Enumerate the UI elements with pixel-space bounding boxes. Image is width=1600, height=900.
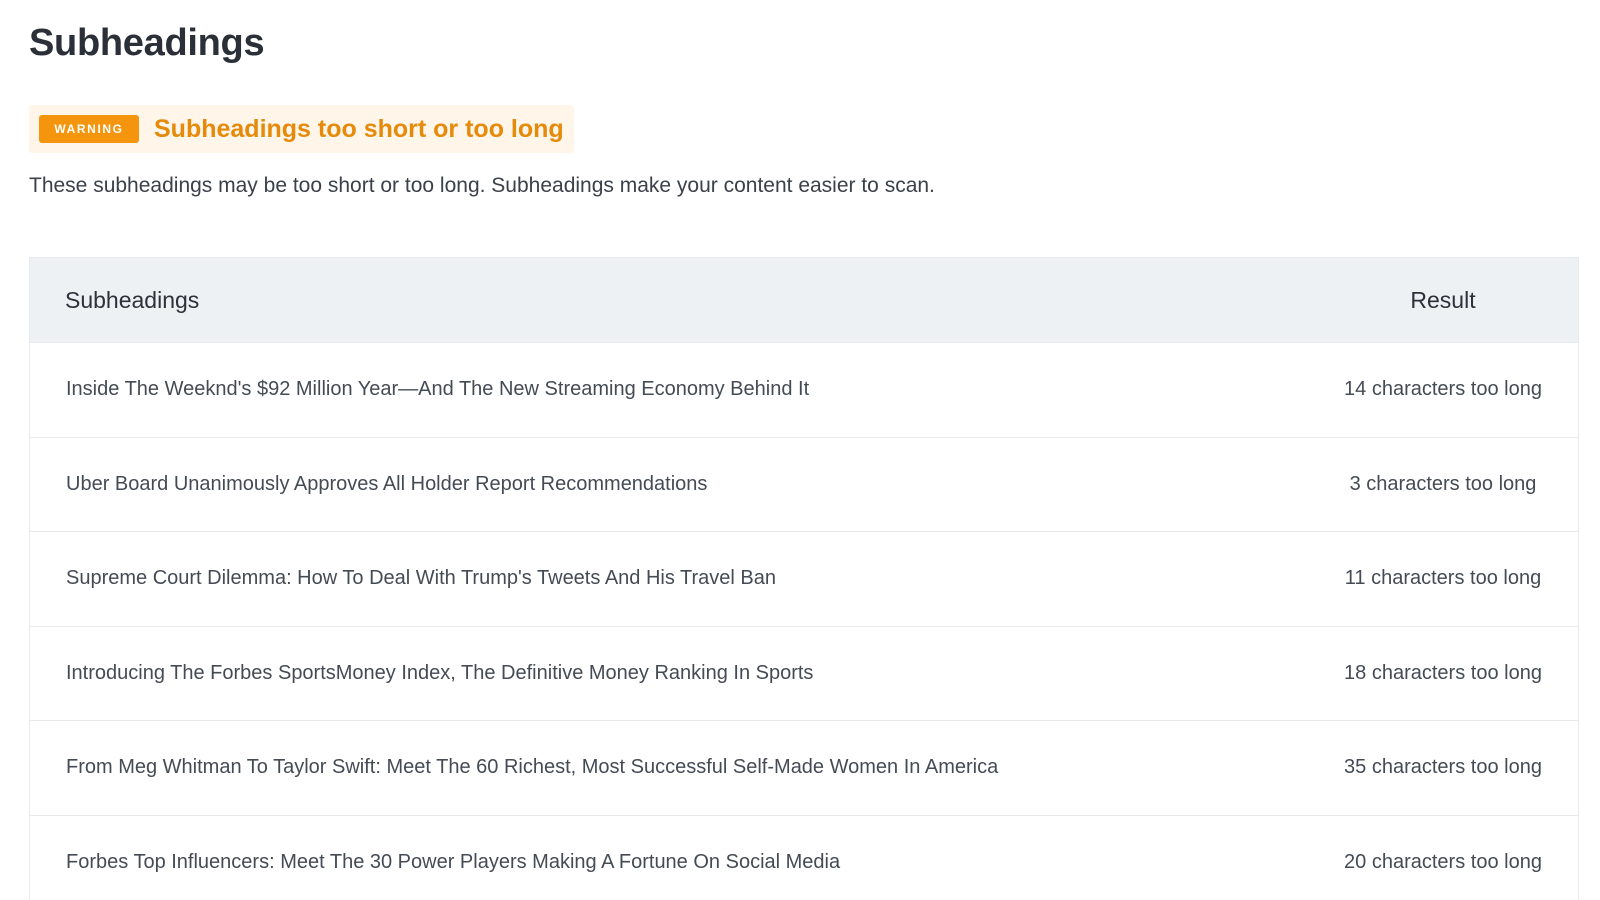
- alert-description: These subheadings may be too short or to…: [29, 174, 935, 197]
- table-row: Uber Board Unanimously Approves All Hold…: [30, 436, 1578, 531]
- result-cell: 35 characters too long: [1344, 756, 1542, 779]
- warning-badge: WARNING: [39, 115, 139, 143]
- seo-report-section: Subheadings WARNING Subheadings too shor…: [0, 0, 1600, 900]
- result-cell: 11 characters too long: [1344, 567, 1542, 590]
- subheading-cell: Inside The Weeknd's $92 Million Year—And…: [66, 378, 810, 401]
- subheading-cell: Uber Board Unanimously Approves All Hold…: [66, 472, 708, 495]
- warning-alert: WARNING Subheadings too short or too lon…: [29, 105, 574, 153]
- result-cell: 3 characters too long: [1349, 472, 1537, 495]
- subheading-cell: Forbes Top Influencers: Meet The 30 Powe…: [66, 850, 841, 873]
- column-header-subheadings: Subheadings: [65, 286, 200, 313]
- subheadings-table: Subheadings Result Inside The Weeknd's $…: [29, 257, 1579, 900]
- subheading-cell: Supreme Court Dilemma: How To Deal With …: [66, 567, 777, 590]
- subheading-cell: Introducing The Forbes SportsMoney Index…: [66, 661, 814, 684]
- alert-title: Subheadings too short or too long: [154, 114, 564, 143]
- table-row: Supreme Court Dilemma: How To Deal With …: [30, 531, 1578, 626]
- result-cell: 20 characters too long: [1344, 850, 1542, 873]
- table-header: Subheadings Result: [30, 258, 1578, 342]
- table-row: Forbes Top Influencers: Meet The 30 Powe…: [30, 814, 1578, 900]
- result-cell: 14 characters too long: [1344, 378, 1542, 401]
- column-header-result: Result: [1410, 286, 1476, 313]
- table-row: Inside The Weeknd's $92 Million Year—And…: [30, 342, 1578, 437]
- page-title: Subheadings: [29, 22, 265, 64]
- subheading-cell: From Meg Whitman To Taylor Swift: Meet T…: [66, 756, 999, 779]
- table-row: From Meg Whitman To Taylor Swift: Meet T…: [30, 720, 1578, 815]
- result-cell: 18 characters too long: [1344, 661, 1542, 684]
- table-row: Introducing The Forbes SportsMoney Index…: [30, 625, 1578, 720]
